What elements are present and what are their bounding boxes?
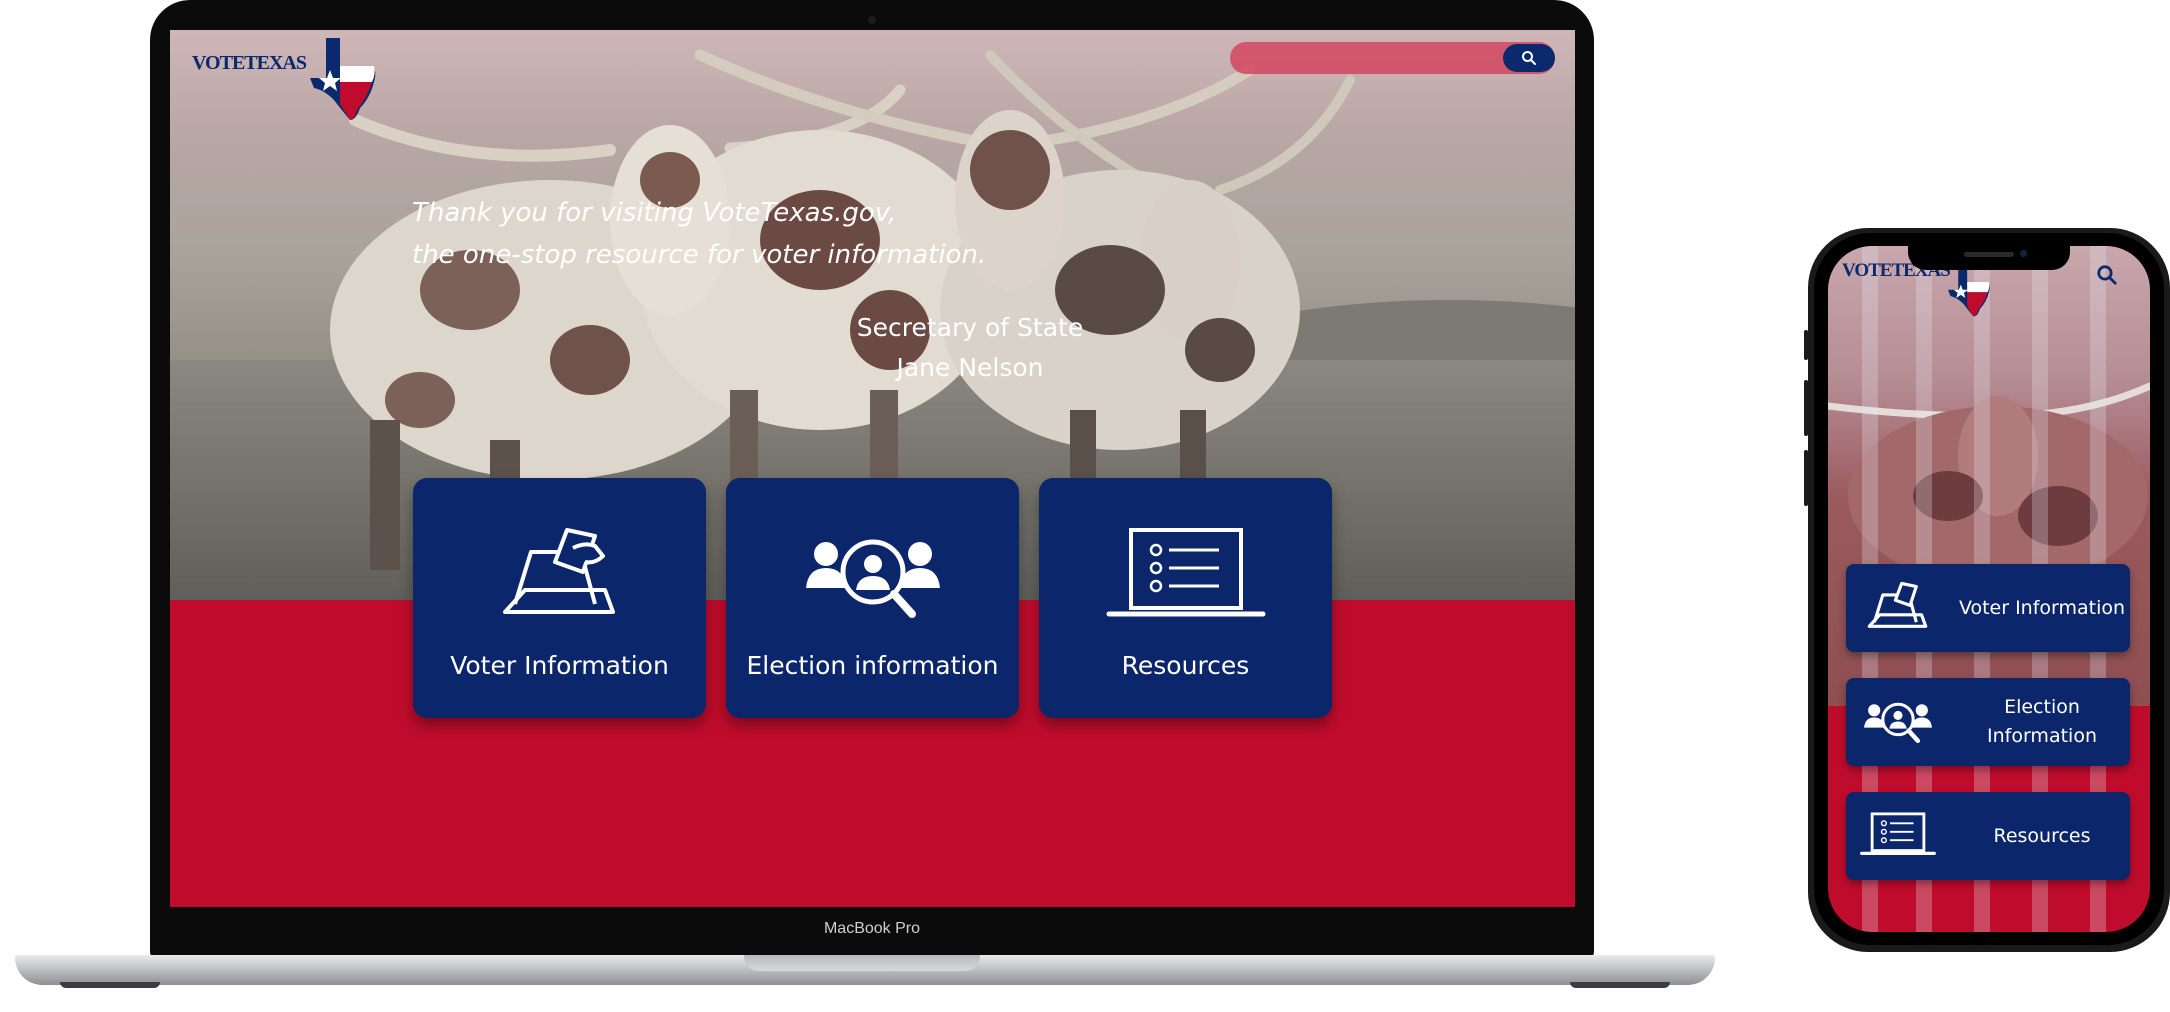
mockup-stage: VOTETEXAS Thank you for visiting VoteTex…	[0, 0, 2170, 1012]
hero-message-line1: Thank you for visiting VoteTexas.gov,	[412, 198, 897, 228]
people-search-icon	[1858, 688, 1938, 756]
phone-screen: VOTETEXAS Voter Information Election Inf…	[1828, 246, 2150, 932]
laptop-brand-label: MacBook Pro	[823, 920, 921, 937]
phone-search-button[interactable]	[2092, 260, 2122, 290]
search-icon	[1522, 51, 1536, 65]
ballot-box-icon	[413, 522, 706, 632]
voter-information-card[interactable]: Voter Information	[413, 478, 706, 718]
laptop-opening-notch	[744, 955, 980, 971]
texas-flag-map-icon	[310, 38, 376, 120]
signature-name: Jane Nelson	[896, 353, 1044, 382]
hero-message: Thank you for visiting VoteTexas.gov, th…	[412, 192, 986, 276]
election-information-label: Election information	[746, 651, 999, 680]
election-information-card[interactable]: Election information	[726, 478, 1019, 718]
votetexas-logo[interactable]: VOTETEXAS	[192, 36, 392, 126]
ballot-box-icon	[1858, 574, 1938, 642]
phone-speaker	[1964, 252, 2014, 257]
laptop-checklist-icon	[1858, 802, 1938, 870]
resources-label: Resources	[1121, 651, 1250, 680]
laptop-camera	[868, 16, 876, 24]
search-icon	[2097, 265, 2117, 285]
hero-message-line2: the one-stop resource for voter informat…	[412, 240, 987, 270]
logo-text: VOTETEXAS	[192, 52, 307, 74]
signature-title: Secretary of State	[856, 313, 1084, 342]
laptop-foot-right	[1570, 982, 1670, 988]
phone-election-information-card[interactable]: Election Information	[1846, 678, 2130, 766]
phone-resources-card[interactable]: Resources	[1846, 792, 2130, 880]
phone-notch	[1908, 246, 2070, 270]
laptop-checklist-icon	[1039, 522, 1332, 632]
hero-signature: Secretary of State Jane Nelson	[770, 308, 1170, 388]
phone-voter-information-card[interactable]: Voter Information	[1846, 564, 2130, 652]
phone-resources-label: Resources	[1993, 824, 2091, 847]
phone-texas-flag-map-icon	[1948, 264, 1990, 317]
search-button[interactable]	[1503, 44, 1555, 72]
voter-information-label: Voter Information	[450, 651, 669, 680]
laptop-screen: VOTETEXAS Thank you for visiting VoteTex…	[170, 30, 1575, 907]
people-search-icon	[726, 522, 1019, 632]
phone-election-information-label: Election Information	[1987, 696, 2097, 747]
phone-voter-information-label: Voter Information	[1958, 596, 2126, 619]
resources-card[interactable]: Resources	[1039, 478, 1332, 718]
laptop-foot-left	[60, 982, 160, 988]
phone-front-camera	[2020, 250, 2027, 257]
